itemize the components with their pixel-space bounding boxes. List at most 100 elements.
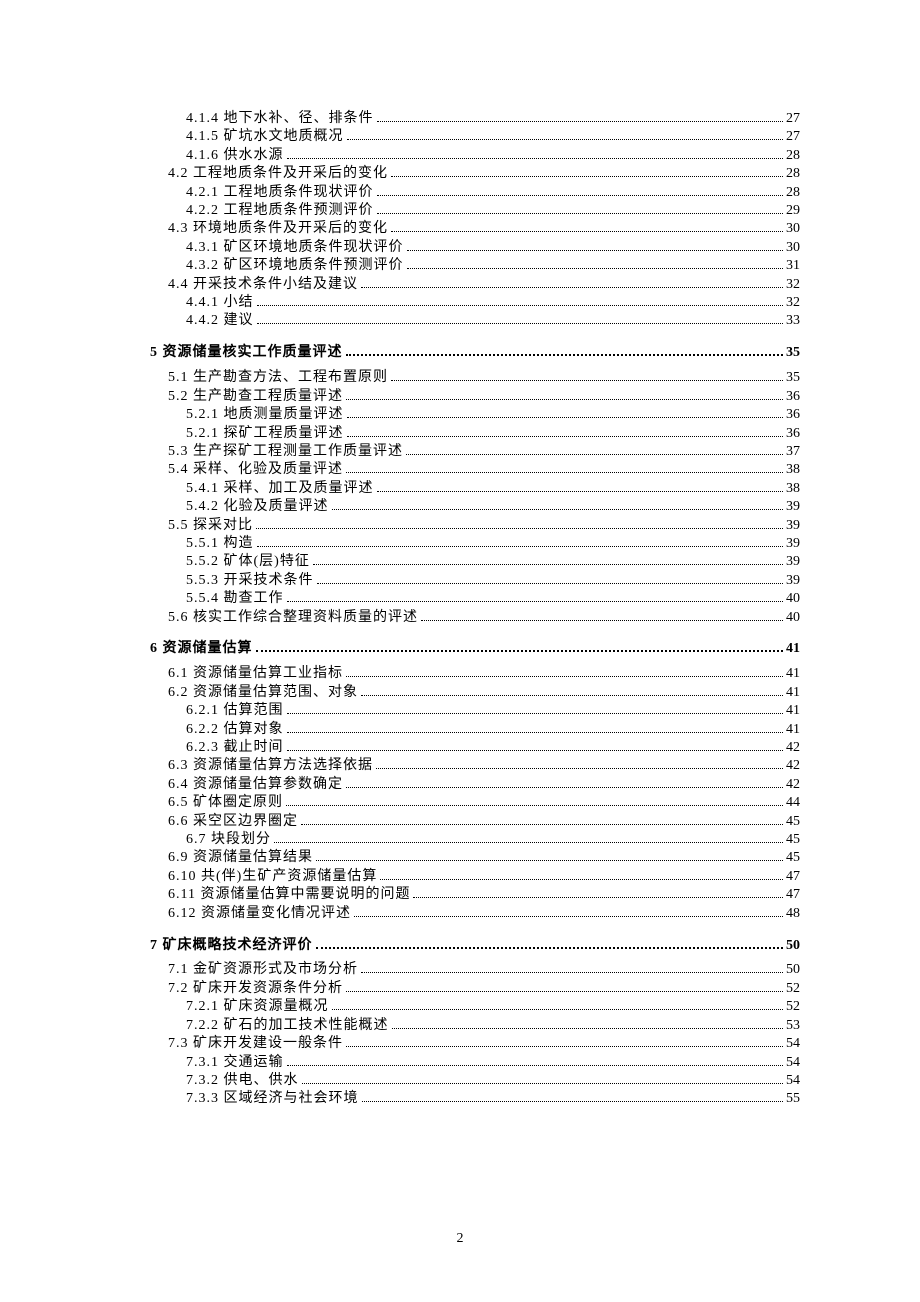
toc-entry-page: 42 (786, 739, 800, 757)
toc-leader-dots (287, 723, 784, 732)
toc-entry-page: 50 (786, 937, 800, 955)
toc-entry-page: 38 (786, 461, 800, 479)
toc-entry: 4.4 开采技术条件小结及建议 32 (150, 276, 800, 294)
toc-entry: 5.6 核实工作综合整理资料质量的评述40 (150, 609, 800, 627)
toc-entry: 5.5.2 矿体(层)特征39 (150, 553, 800, 571)
toc-entry: 5.4 采样、化验及质量评述38 (150, 461, 800, 479)
toc-leader-dots (391, 223, 783, 232)
toc-entry-label: 5.1 生产勘查方法、工程布置原则 (168, 369, 388, 387)
toc-entry: 6.2.1 估算范围41 (150, 702, 800, 720)
toc-entry-page: 29 (786, 202, 800, 220)
toc-entry: 5.1 生产勘查方法、工程布置原则35 (150, 369, 800, 387)
toc-entry-label: 7.2.1 矿床资源量概况 (186, 998, 329, 1016)
toc-entry-page: 32 (786, 276, 800, 294)
toc-entry-page: 52 (786, 980, 800, 998)
toc-leader-dots (380, 870, 783, 879)
page-number: 2 (0, 1231, 920, 1247)
toc-leader-dots (361, 964, 783, 973)
toc-entry-page: 33 (786, 312, 800, 330)
toc-entry-label: 4.2 工程地质条件及开采后的变化 (168, 165, 388, 183)
toc-leader-dots (347, 409, 784, 418)
toc-entry: 5.3 生产探矿工程测量工作质量评述37 (150, 443, 800, 461)
toc-entry-page: 47 (786, 868, 800, 886)
toc-entry-page: 41 (786, 702, 800, 720)
toc-leader-dots (377, 205, 784, 214)
toc-leader-dots (406, 446, 783, 455)
toc-entry: 4.4.2 建议 33 (150, 312, 800, 330)
toc-leader-dots (287, 742, 784, 751)
toc-entry-label: 5.2 生产勘查工程质量评述 (168, 388, 343, 406)
toc-entry-label: 4.4.1 小结 (186, 294, 254, 312)
toc-entry-label: 5.5.4 勘查工作 (186, 590, 284, 608)
toc-entry: 7.2.2 矿石的加工技术性能概述53 (150, 1017, 800, 1035)
toc-entry-page: 44 (786, 794, 800, 812)
toc-leader-dots (257, 297, 784, 306)
toc-entry-label: 7.3.1 交通运输 (186, 1054, 284, 1072)
toc-leader-dots (346, 346, 784, 356)
toc-leader-dots (354, 907, 783, 916)
toc-entry-page: 40 (786, 590, 800, 608)
toc-entry: 7.3.3 区域经济与社会环境55 (150, 1090, 800, 1108)
toc-entry-page: 39 (786, 517, 800, 535)
toc-leader-dots (413, 889, 783, 898)
toc-leader-dots (377, 482, 784, 491)
toc-entry-label: 5.2.1 地质测量质量评述 (186, 406, 344, 424)
toc-entry-label: 4.4.2 建议 (186, 312, 254, 330)
toc-entry: 6.1 资源储量估算工业指标41 (150, 665, 800, 683)
toc-entry-label: 4.4 开采技术条件小结及建议 (168, 276, 358, 294)
toc-entry-label: 5.3 生产探矿工程测量工作质量评述 (168, 443, 403, 461)
toc-entry-label: 4.2.2 工程地质条件预测评价 (186, 202, 374, 220)
toc-entry: 6.11 资源储量估算中需要说明的问题47 (150, 886, 800, 904)
toc-entry-page: 28 (786, 147, 800, 165)
toc-entry: 4.1.5 矿坑水文地质概况27 (150, 128, 800, 146)
toc-entry-label: 5.5 探采对比 (168, 517, 253, 535)
toc-entry-page: 27 (786, 110, 800, 128)
toc-entry-page: 54 (786, 1072, 800, 1090)
toc-leader-dots (377, 113, 784, 122)
toc-entry-label: 6.7 块段划分 (186, 831, 271, 849)
toc-entry: 6.2.3 截止时间 42 (150, 739, 800, 757)
toc-leader-dots (257, 538, 784, 547)
toc-leader-dots (301, 815, 783, 824)
toc-entry: 6.6 采空区边界圈定45 (150, 813, 800, 831)
toc-entry-page: 27 (786, 128, 800, 146)
toc-entry-label: 7.3.3 区域经济与社会环境 (186, 1090, 359, 1108)
toc-entry-label: 6.10 共(伴)生矿产资源储量估算 (168, 868, 377, 886)
toc-entry-label: 4.2.1 工程地质条件现状评价 (186, 184, 374, 202)
toc-leader-dots (316, 938, 784, 948)
toc-entry-page: 42 (786, 757, 800, 775)
toc-leader-dots (346, 982, 783, 991)
toc-entry: 5.2 生产勘查工程质量评述36 (150, 388, 800, 406)
toc-leader-dots (362, 1093, 784, 1102)
toc-entry-label: 5.5.1 构造 (186, 535, 254, 553)
toc-entry: 5.4.2 化验及质量评述39 (150, 498, 800, 516)
toc-entry: 5.2.1 探矿工程质量评述36 (150, 425, 800, 443)
toc-entry-page: 30 (786, 239, 800, 257)
toc-entry: 5.4.1 采样、加工及质量评述38 (150, 480, 800, 498)
toc-entry-label: 6.12 资源储量变化情况评述 (168, 905, 351, 923)
toc-entry-page: 28 (786, 165, 800, 183)
toc-entry: 6.9 资源储量估算结果45 (150, 849, 800, 867)
toc-entry-page: 39 (786, 535, 800, 553)
toc-entry-page: 45 (786, 813, 800, 831)
toc-leader-dots (346, 390, 783, 399)
toc-entry: 6.4 资源储量估算参数确定42 (150, 776, 800, 794)
toc-entry: 4.2 工程地质条件及开采后的变化 28 (150, 165, 800, 183)
toc-entry-label: 4.3.1 矿区环境地质条件现状评价 (186, 239, 404, 257)
toc-leader-dots (274, 834, 783, 843)
toc-entry-label: 6.11 资源储量估算中需要说明的问题 (168, 886, 410, 904)
toc-entry: 7.2.1 矿床资源量概况52 (150, 998, 800, 1016)
toc-entry-page: 45 (786, 849, 800, 867)
toc-entry-label: 5.5.3 开采技术条件 (186, 572, 314, 590)
toc-entry-label: 5 资源储量核实工作质量评述 (150, 344, 343, 362)
toc-entry-page: 39 (786, 572, 800, 590)
toc-entry-page: 48 (786, 905, 800, 923)
toc-entry-page: 39 (786, 553, 800, 571)
toc-entry-label: 6.2.3 截止时间 (186, 739, 284, 757)
toc-entry-label: 7.3 矿床开发建设一般条件 (168, 1035, 343, 1053)
toc-entry-page: 41 (786, 665, 800, 683)
toc-entry-page: 41 (786, 684, 800, 702)
toc-entry: 4.2.1 工程地质条件现状评价28 (150, 184, 800, 202)
toc-entry: 6.2.2 估算对象41 (150, 721, 800, 739)
toc-leader-dots (346, 464, 783, 473)
